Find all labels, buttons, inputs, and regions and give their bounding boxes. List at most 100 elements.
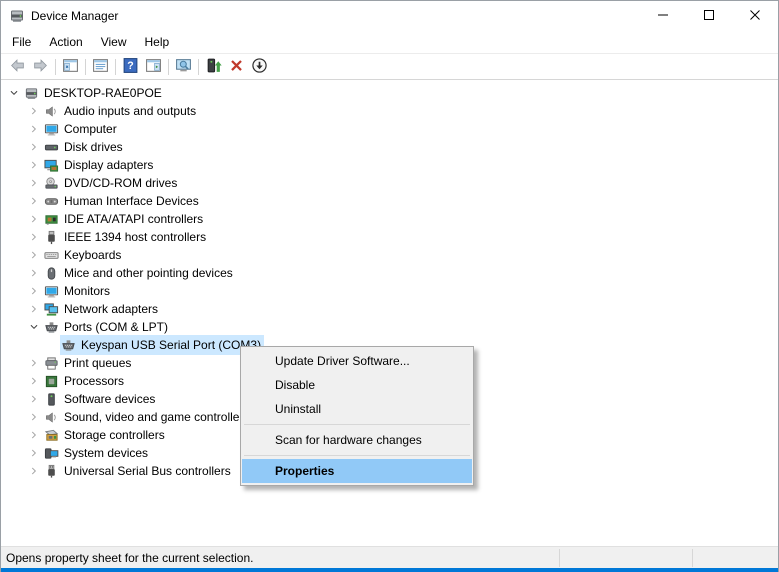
- disable-device-button[interactable]: [248, 56, 271, 78]
- window-title: Device Manager: [31, 9, 118, 23]
- tree-item-label: Audio inputs and outputs: [64, 102, 196, 120]
- forward-arrow-icon: [32, 57, 49, 77]
- chevron-right-icon[interactable]: [26, 463, 42, 479]
- tree-item-label: Network adapters: [64, 300, 158, 318]
- serial-port-icon: [61, 338, 76, 353]
- chevron-down-icon[interactable]: [6, 85, 22, 101]
- chevron-right-icon[interactable]: [26, 265, 42, 281]
- menu-item-disable[interactable]: Disable: [242, 373, 472, 397]
- chevron-right-icon[interactable]: [26, 121, 42, 137]
- menu-action[interactable]: Action: [40, 32, 91, 52]
- show-action-pane-button[interactable]: [142, 56, 165, 78]
- toolbar-separator: [168, 59, 169, 75]
- uninstall-icon: [228, 57, 245, 77]
- chevron-right-icon[interactable]: [26, 373, 42, 389]
- menu-file[interactable]: File: [3, 32, 40, 52]
- firewire-plug-icon: [44, 230, 59, 245]
- tree-item-ide-ata-atapi[interactable]: IDE ATA/ATAPI controllers: [1, 210, 778, 228]
- tree-item-label: DVD/CD-ROM drives: [64, 174, 177, 192]
- menu-item-update-driver-software[interactable]: Update Driver Software...: [242, 349, 472, 373]
- chevron-right-icon[interactable]: [26, 175, 42, 191]
- tree-item-mice[interactable]: Mice and other pointing devices: [1, 264, 778, 282]
- status-bar: Opens property sheet for the current sel…: [1, 546, 778, 568]
- tree-item-keyboards[interactable]: Keyboards: [1, 246, 778, 264]
- properties-button[interactable]: [89, 56, 112, 78]
- tree-item-display-adapters[interactable]: Display adapters: [1, 156, 778, 174]
- update-driver-button[interactable]: [202, 56, 225, 78]
- keyboard-icon: [44, 248, 59, 263]
- chevron-right-icon[interactable]: [26, 139, 42, 155]
- menu-item-properties[interactable]: Properties: [242, 459, 472, 483]
- tree-item-label: Software devices: [64, 390, 155, 408]
- chevron-down-icon[interactable]: [26, 319, 42, 335]
- gamepad-icon: [44, 194, 59, 209]
- maximize-button[interactable]: [686, 1, 732, 31]
- help-button[interactable]: ?: [119, 56, 142, 78]
- chevron-right-icon[interactable]: [26, 427, 42, 443]
- tree-item-audio-inputs[interactable]: Audio inputs and outputs: [1, 102, 778, 120]
- tree-item-computer[interactable]: Computer: [1, 120, 778, 138]
- chevron-right-icon[interactable]: [26, 445, 42, 461]
- tree-item-desktop-rae0poe[interactable]: DESKTOP-RAE0POE: [1, 84, 778, 102]
- processor-chip-icon: [44, 374, 59, 389]
- close-icon: [750, 9, 760, 23]
- serial-port-icon: [44, 320, 59, 335]
- tree-item-label: Human Interface Devices: [64, 192, 199, 210]
- statusbar-pane: [693, 547, 778, 568]
- statusbar-pane: [560, 547, 692, 568]
- title-bar[interactable]: Device Manager: [1, 1, 778, 31]
- scan-hardware-changes-button[interactable]: [172, 56, 195, 78]
- back-button[interactable]: [6, 56, 29, 78]
- network-adapters-icon: [44, 302, 59, 317]
- status-text: Opens property sheet for the current sel…: [1, 551, 559, 565]
- software-device-icon: [44, 392, 59, 407]
- tree-item-monitors[interactable]: Monitors: [1, 282, 778, 300]
- tree-item-label: Ports (COM & LPT): [64, 318, 168, 336]
- tree-item-dvd-cdrom-drives[interactable]: DVD/CD-ROM drives: [1, 174, 778, 192]
- chevron-right-icon[interactable]: [26, 229, 42, 245]
- chevron-right-icon[interactable]: [26, 157, 42, 173]
- context-menu: Update Driver Software... Disable Uninst…: [240, 346, 474, 486]
- chevron-right-icon[interactable]: [26, 355, 42, 371]
- chevron-right-icon[interactable]: [26, 301, 42, 317]
- tree-item-label: Disk drives: [64, 138, 123, 156]
- menu-separator: [244, 455, 470, 456]
- chevron-right-icon[interactable]: [26, 211, 42, 227]
- chevron-right-icon[interactable]: [26, 247, 42, 263]
- maximize-icon: [704, 9, 714, 23]
- chevron-right-icon[interactable]: [26, 409, 42, 425]
- speaker-icon: [44, 410, 59, 425]
- chevron-right-icon[interactable]: [26, 283, 42, 299]
- svg-text:?: ?: [127, 60, 133, 72]
- close-button[interactable]: [732, 1, 778, 31]
- minimize-icon: [658, 9, 668, 23]
- menu-help[interactable]: Help: [136, 32, 179, 52]
- device-manager-app-icon: [9, 8, 25, 24]
- tree-item-human-interface-devices[interactable]: Human Interface Devices: [1, 192, 778, 210]
- optical-drive-icon: [44, 176, 59, 191]
- show-action-pane-icon: [145, 57, 162, 77]
- tree-item-ieee-1394[interactable]: IEEE 1394 host controllers: [1, 228, 778, 246]
- forward-button[interactable]: [29, 56, 52, 78]
- toolbar-separator: [85, 59, 86, 75]
- chevron-right-icon[interactable]: [26, 391, 42, 407]
- tree-item-network-adapters[interactable]: Network adapters: [1, 300, 778, 318]
- tree-item-label: IEEE 1394 host controllers: [64, 228, 206, 246]
- tree-item-disk-drives[interactable]: Disk drives: [1, 138, 778, 156]
- tree-item-label: Computer: [64, 120, 117, 138]
- toolbar-separator: [55, 59, 56, 75]
- show-console-tree-icon: [62, 57, 79, 77]
- computer-device-icon: [24, 86, 39, 101]
- minimize-button[interactable]: [640, 1, 686, 31]
- chevron-right-icon[interactable]: [26, 103, 42, 119]
- menu-item-scan-for-hardware-changes[interactable]: Scan for hardware changes: [242, 428, 472, 452]
- menu-bar: File Action View Help: [1, 31, 778, 54]
- tree-item-ports-com-lpt[interactable]: Ports (COM & LPT): [1, 318, 778, 336]
- menu-view[interactable]: View: [92, 32, 136, 52]
- hard-disk-icon: [44, 140, 59, 155]
- chevron-right-icon[interactable]: [26, 193, 42, 209]
- chip-card-icon: [44, 212, 59, 227]
- uninstall-button[interactable]: [225, 56, 248, 78]
- show-console-tree-button[interactable]: [59, 56, 82, 78]
- menu-item-uninstall[interactable]: Uninstall: [242, 397, 472, 421]
